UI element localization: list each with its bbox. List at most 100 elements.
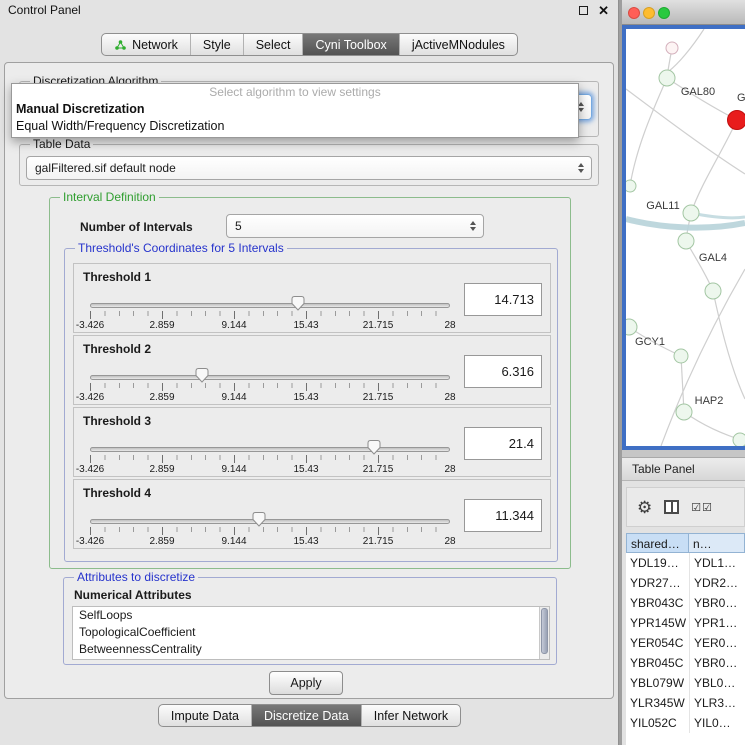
- number-of-intervals-select[interactable]: 5: [226, 214, 484, 238]
- zoom-traffic-light-icon[interactable]: [658, 7, 670, 19]
- close-icon[interactable]: ✕: [598, 4, 609, 17]
- tab-network[interactable]: Network: [102, 34, 190, 55]
- tab-label: Select: [256, 38, 291, 52]
- list-item[interactable]: BetweennessCentrality: [73, 641, 549, 658]
- threshold-1-panel: Threshold 1 -3.426 2.859 9.144 15.43: [73, 263, 551, 333]
- slider-thumb[interactable]: [195, 367, 209, 383]
- network-node[interactable]: [666, 42, 678, 54]
- minimize-traffic-light-icon[interactable]: [643, 7, 655, 19]
- tab-impute-data[interactable]: Impute Data: [159, 705, 251, 726]
- scrollbar-thumb[interactable]: [541, 608, 548, 654]
- list-item[interactable]: TopologicalCoefficient: [73, 624, 549, 641]
- tab-jactivemnodules[interactable]: jActiveMNodules: [399, 34, 517, 55]
- network-node-hap2[interactable]: [676, 404, 692, 420]
- table-cell[interactable]: YBR0…: [689, 653, 745, 673]
- threshold-value-field[interactable]: 6.316: [464, 355, 542, 388]
- table-cell[interactable]: YDR2…: [689, 573, 745, 593]
- table-cell[interactable]: YER0…: [689, 633, 745, 653]
- table-row[interactable]: YDR27… YDR2…: [626, 573, 745, 593]
- network-node[interactable]: [674, 349, 688, 363]
- columns-icon[interactable]: [664, 500, 679, 514]
- dropdown-option-equal-width-frequency[interactable]: Equal Width/Frequency Discretization: [12, 118, 578, 135]
- slider-track[interactable]: [90, 303, 450, 308]
- close-traffic-light-icon[interactable]: [628, 7, 640, 19]
- table-row[interactable]: YIL052C YIL0…: [626, 713, 745, 733]
- table-cell[interactable]: YIL0…: [689, 713, 745, 733]
- list-scrollbar[interactable]: [539, 607, 549, 659]
- table-row[interactable]: YBR045C YBR0…: [626, 653, 745, 673]
- threshold-label: Threshold 1: [83, 270, 151, 284]
- list-item[interactable]: SelfLoops: [73, 607, 549, 624]
- threshold-1-slider[interactable]: -3.426 2.859 9.144 15.43 21.715 28: [90, 294, 450, 334]
- network-node[interactable]: [705, 283, 721, 299]
- table-cell[interactable]: YBR043C: [626, 593, 689, 613]
- threshold-value-field[interactable]: 14.713: [464, 283, 542, 316]
- table-data-select[interactable]: galFiltered.sif default node: [26, 156, 592, 180]
- float-window-icon[interactable]: [579, 6, 588, 15]
- apply-button[interactable]: Apply: [269, 671, 343, 695]
- selected-red-node[interactable]: [728, 111, 745, 130]
- scale-label: 28: [444, 464, 455, 475]
- panel-splitter[interactable]: [622, 450, 745, 457]
- table-cell[interactable]: YBR045C: [626, 653, 689, 673]
- table-row[interactable]: YLR345W YLR3…: [626, 693, 745, 713]
- node-label: GAL11: [646, 200, 679, 212]
- dropdown-option-manual-discretization[interactable]: Manual Discretization: [12, 101, 578, 118]
- slider-track[interactable]: [90, 375, 450, 380]
- slider-thumb[interactable]: [252, 511, 266, 527]
- column-checkboxes-icon[interactable]: ☑☑: [691, 501, 713, 514]
- table-data-group: Table Data galFiltered.sif default node: [19, 144, 599, 186]
- column-header-name[interactable]: n…: [689, 533, 745, 553]
- control-panel-titlebar[interactable]: Control Panel ✕: [0, 0, 618, 20]
- tab-style[interactable]: Style: [190, 34, 243, 55]
- table-cell[interactable]: YPR145W: [626, 613, 689, 633]
- table-cell[interactable]: YIL052C: [626, 713, 689, 733]
- scale-label: 9.144: [221, 392, 246, 403]
- gear-icon[interactable]: ⚙: [637, 499, 652, 516]
- network-window-titlebar[interactable]: [622, 0, 745, 25]
- scale-label: -3.426: [76, 464, 104, 475]
- table-cell[interactable]: YER054C: [626, 633, 689, 653]
- table-cell[interactable]: YPR1…: [689, 613, 745, 633]
- threshold-3-slider[interactable]: -3.426 2.859 9.144 15.43 21.715 28: [90, 438, 450, 478]
- threshold-value-field[interactable]: 11.344: [464, 499, 542, 532]
- table-cell[interactable]: YDL1…: [689, 553, 745, 573]
- scale-label: 21.715: [363, 464, 394, 475]
- table-cell[interactable]: YBR0…: [689, 593, 745, 613]
- slider-thumb[interactable]: [291, 295, 305, 311]
- table-cell[interactable]: YBL0…: [689, 673, 745, 693]
- slider-thumb[interactable]: [367, 439, 381, 455]
- tab-select[interactable]: Select: [243, 34, 303, 55]
- table-cell[interactable]: YDL19…: [626, 553, 689, 573]
- table-row[interactable]: YDL19… YDL1…: [626, 553, 745, 573]
- table-cell[interactable]: YBL079W: [626, 673, 689, 693]
- tab-infer-network[interactable]: Infer Network: [361, 705, 460, 726]
- thick-network-edge[interactable]: [626, 219, 745, 228]
- stepper-arrows-icon: [470, 221, 476, 231]
- table-row[interactable]: YER054C YER0…: [626, 633, 745, 653]
- tab-cyni-toolbox[interactable]: Cyni Toolbox: [302, 34, 398, 55]
- node-label-partial: G: [737, 92, 745, 104]
- table-row[interactable]: YBL079W YBL0…: [626, 673, 745, 693]
- network-node-gal4[interactable]: [678, 233, 694, 249]
- scale-label: 2.859: [149, 464, 174, 475]
- network-node-gcy1[interactable]: [626, 319, 637, 335]
- dropdown-placeholder-option[interactable]: Select algorithm to view settings: [12, 84, 578, 101]
- slider-track[interactable]: [90, 519, 450, 524]
- slider-track[interactable]: [90, 447, 450, 452]
- network-canvas[interactable]: GAL80 G GAL11 GAL4 GCY1 HAP2: [622, 25, 745, 450]
- column-header-shared-name[interactable]: shared…: [626, 533, 689, 553]
- threshold-2-slider[interactable]: -3.426 2.859 9.144 15.43 21.715 28: [90, 366, 450, 406]
- table-row[interactable]: YBR043C YBR0…: [626, 593, 745, 613]
- table-cell[interactable]: YDR27…: [626, 573, 689, 593]
- network-node[interactable]: [733, 433, 745, 446]
- threshold-4-slider[interactable]: -3.426 2.859 9.144 15.43 21.715 28: [90, 510, 450, 550]
- table-row[interactable]: YPR145W YPR1…: [626, 613, 745, 633]
- table-cell[interactable]: YLR3…: [689, 693, 745, 713]
- table-cell[interactable]: YLR345W: [626, 693, 689, 713]
- tab-discretize-data[interactable]: Discretize Data: [251, 705, 361, 726]
- threshold-value-field[interactable]: 21.4: [464, 427, 542, 460]
- network-node-gal80[interactable]: [659, 70, 675, 86]
- network-node[interactable]: [626, 180, 636, 192]
- network-node-gal11[interactable]: [683, 205, 699, 221]
